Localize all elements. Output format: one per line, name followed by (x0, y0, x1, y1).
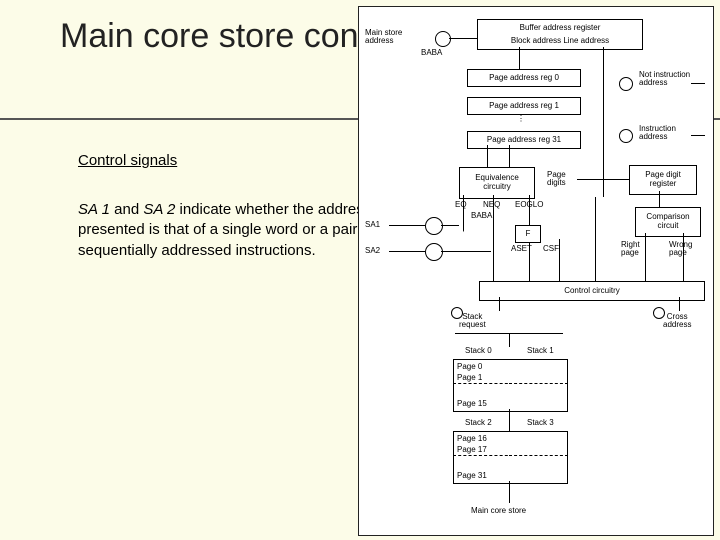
lbl-not-instr: Not instruction address (639, 71, 690, 88)
figure: Main store address BABA Buffer address r… (358, 6, 714, 536)
lbl-baba-mid: BABA (471, 212, 492, 220)
box-page-digit-reg: Page digit register (629, 165, 697, 195)
cell-page31: Page 31 (453, 469, 515, 484)
gate-not-instr (619, 77, 633, 91)
lbl-sa2: SA2 (365, 247, 380, 255)
lbl-main-core: Main core store (471, 507, 526, 515)
body-mid: and (110, 201, 143, 218)
cell-page15: Page 15 (453, 397, 515, 412)
lbl-wrong-page: Wrong page (669, 241, 692, 258)
lbl-page-digits: Page digits (547, 171, 566, 188)
gate-instr (619, 129, 633, 143)
box-page-reg1: Page address reg 1 (467, 97, 581, 115)
gate-and-top (435, 31, 451, 47)
lbl-stack-req: Stack request (459, 313, 486, 330)
body-text: SA 1 and SA 2 indicate whether the addre… (78, 200, 374, 261)
lbl-csf: CSF (543, 245, 559, 253)
em-sa1: SA 1 (78, 201, 110, 218)
slide-title: Main core store control (60, 18, 406, 55)
lbl-stack1: Stack 1 (527, 347, 554, 355)
lbl-baba-top: BABA (421, 49, 442, 57)
lbl-main-store-addr: Main store address (365, 29, 402, 46)
box-control: Control circuitry (479, 281, 705, 301)
accent-bar (28, 104, 34, 344)
em-sa2: SA 2 (143, 201, 175, 218)
box-page-reg0: Page address reg 0 (467, 69, 581, 87)
lbl-eq: EQ (455, 201, 467, 209)
dot-stack (451, 307, 463, 319)
lbl-stack0: Stack 0 (465, 347, 492, 355)
gate-sa2 (425, 243, 443, 261)
box-equiv: Equivalence circuitry (459, 167, 535, 199)
lbl-sa1: SA1 (365, 221, 380, 229)
box-f: F (515, 225, 541, 243)
lbl-cross-addr: Cross address (663, 313, 691, 330)
lbl-aset: ASET (511, 245, 532, 253)
box-block-line: Block address Line address (477, 33, 643, 50)
lbl-neq: NEQ (483, 201, 500, 209)
lbl-right-page: Right page (621, 241, 640, 258)
box-page-reg31: Page address reg 31 (467, 131, 581, 149)
gate-sa1 (425, 217, 443, 235)
dot-cross (653, 307, 665, 319)
subheading: Control signals (78, 152, 177, 169)
lbl-stack3: Stack 3 (527, 419, 554, 427)
lbl-stack2: Stack 2 (465, 419, 492, 427)
lbl-instr-addr: Instruction address (639, 125, 676, 142)
